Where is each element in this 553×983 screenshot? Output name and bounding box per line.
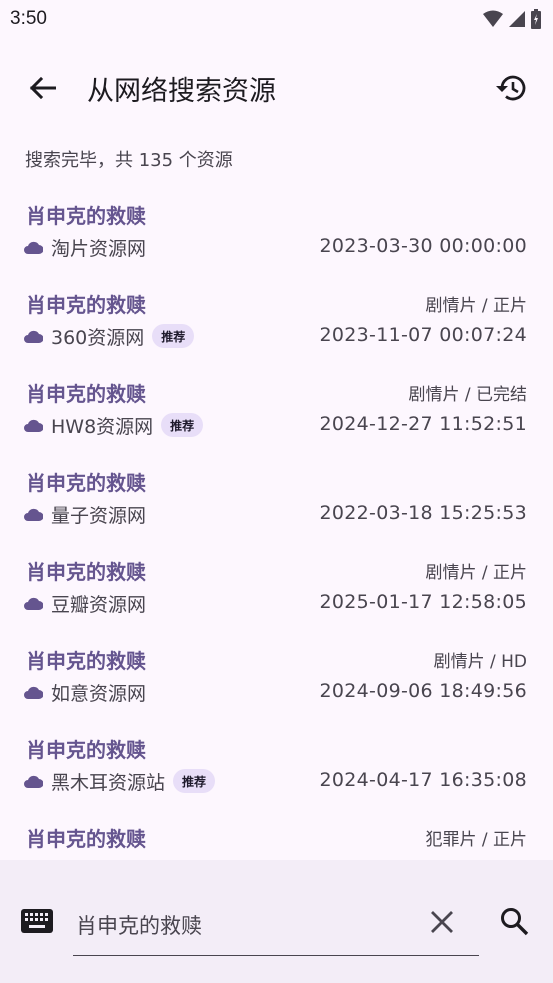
search-summary: 搜索完毕，共 135 个资源 bbox=[25, 150, 233, 171]
list-item[interactable]: 肖申克的救赎 量子资源网 2022-03-18 15:25:53 bbox=[0, 459, 553, 548]
cloud-icon bbox=[24, 330, 43, 343]
result-source: 量子资源网 bbox=[24, 501, 146, 527]
result-title: 肖申克的救赎 bbox=[26, 827, 146, 851]
list-item[interactable]: 肖申克的救赎 淘片资源网 2023-03-30 00:00:00 bbox=[0, 192, 553, 281]
search-icon[interactable] bbox=[500, 907, 530, 937]
result-source-name: 黑木耳资源站 bbox=[51, 771, 166, 794]
result-title: 肖申克的救赎 bbox=[26, 293, 146, 317]
result-time: 2024-09-06 18:49:56 bbox=[319, 680, 527, 702]
list-item[interactable]: 肖申克的救赎 犯罪片 / 正片 bbox=[0, 815, 553, 860]
result-source-name: 豆瓣资源网 bbox=[51, 593, 147, 616]
battery-icon bbox=[531, 9, 541, 29]
back-button[interactable] bbox=[22, 68, 62, 108]
top-app-bar: 从网络搜索资源 bbox=[0, 56, 553, 120]
result-source: 黑木耳资源站 推荐 bbox=[24, 768, 216, 794]
status-time: 3:50 bbox=[10, 8, 47, 29]
result-source-name: 如意资源网 bbox=[51, 682, 147, 705]
bottom-search-bar: 肖申克的救赎 bbox=[0, 860, 553, 983]
history-icon bbox=[496, 75, 526, 101]
cloud-icon bbox=[24, 508, 43, 521]
cloud-icon bbox=[24, 686, 43, 699]
history-button[interactable] bbox=[491, 68, 531, 108]
cloud-icon bbox=[24, 775, 43, 788]
search-input[interactable]: 肖申克的救赎 bbox=[73, 898, 479, 956]
result-time: 2023-11-07 00:07:24 bbox=[319, 324, 527, 346]
keyboard-icon[interactable] bbox=[21, 909, 53, 933]
result-time: 2023-03-30 00:00:00 bbox=[319, 235, 527, 257]
list-item[interactable]: 肖申克的救赎 剧情片 / 正片 豆瓣资源网 2025-01-17 12:58:0… bbox=[0, 548, 553, 637]
list-item[interactable]: 肖申克的救赎 剧情片 / 已完结 HW8资源网 推荐 2024-12-27 11… bbox=[0, 370, 553, 459]
result-source-name: 量子资源网 bbox=[51, 504, 147, 527]
arrow-back-icon bbox=[29, 76, 56, 100]
result-category: 剧情片 / 正片 bbox=[425, 296, 527, 316]
list-item[interactable]: 肖申克的救赎 黑木耳资源站 推荐 2024-04-17 16:35:08 bbox=[0, 726, 553, 815]
result-title: 肖申克的救赎 bbox=[26, 471, 146, 495]
result-category: 剧情片 / 正片 bbox=[425, 563, 527, 583]
result-time: 2024-12-27 11:52:51 bbox=[319, 413, 527, 435]
result-time: 2025-01-17 12:58:05 bbox=[319, 591, 527, 613]
result-source: 豆瓣资源网 bbox=[24, 590, 146, 616]
result-source: 360资源网 推荐 bbox=[24, 323, 195, 349]
result-source-name: 淘片资源网 bbox=[51, 237, 147, 260]
result-category: 剧情片 / 已完结 bbox=[408, 385, 527, 405]
close-icon[interactable] bbox=[430, 910, 454, 934]
status-icons bbox=[483, 9, 541, 29]
search-input-value: 肖申克的救赎 bbox=[76, 914, 202, 938]
result-time: 2022-03-18 15:25:53 bbox=[319, 502, 527, 524]
recommend-badge: 推荐 bbox=[161, 413, 204, 437]
recommend-badge: 推荐 bbox=[152, 324, 195, 348]
cloud-icon bbox=[24, 241, 43, 254]
cloud-icon bbox=[24, 597, 43, 610]
list-item[interactable]: 肖申克的救赎 剧情片 / 正片 360资源网 推荐 2023-11-07 00:… bbox=[0, 281, 553, 370]
page-title: 从网络搜索资源 bbox=[87, 76, 276, 107]
status-bar: 3:50 bbox=[0, 0, 553, 38]
result-title: 肖申克的救赎 bbox=[26, 204, 146, 228]
result-category: 剧情片 / HD bbox=[433, 652, 527, 672]
result-source-name: HW8资源网 bbox=[51, 415, 154, 438]
result-source-name: 360资源网 bbox=[51, 326, 145, 349]
result-title: 肖申克的救赎 bbox=[26, 738, 146, 762]
results-list: 肖申克的救赎 淘片资源网 2023-03-30 00:00:00 肖申克的救赎 … bbox=[0, 192, 553, 860]
list-item[interactable]: 肖申克的救赎 剧情片 / HD 如意资源网 2024-09-06 18:49:5… bbox=[0, 637, 553, 726]
result-title: 肖申克的救赎 bbox=[26, 560, 146, 584]
signal-icon bbox=[509, 11, 525, 27]
cloud-icon bbox=[24, 419, 43, 432]
result-source: 如意资源网 bbox=[24, 679, 146, 705]
result-source: 淘片资源网 bbox=[24, 234, 146, 260]
result-title: 肖申克的救赎 bbox=[26, 649, 146, 673]
result-category: 犯罪片 / 正片 bbox=[425, 830, 527, 850]
wifi-icon bbox=[483, 10, 503, 27]
result-source: HW8资源网 推荐 bbox=[24, 412, 204, 438]
result-time: 2024-04-17 16:35:08 bbox=[319, 769, 527, 791]
result-title: 肖申克的救赎 bbox=[26, 382, 146, 406]
recommend-badge: 推荐 bbox=[173, 769, 216, 793]
